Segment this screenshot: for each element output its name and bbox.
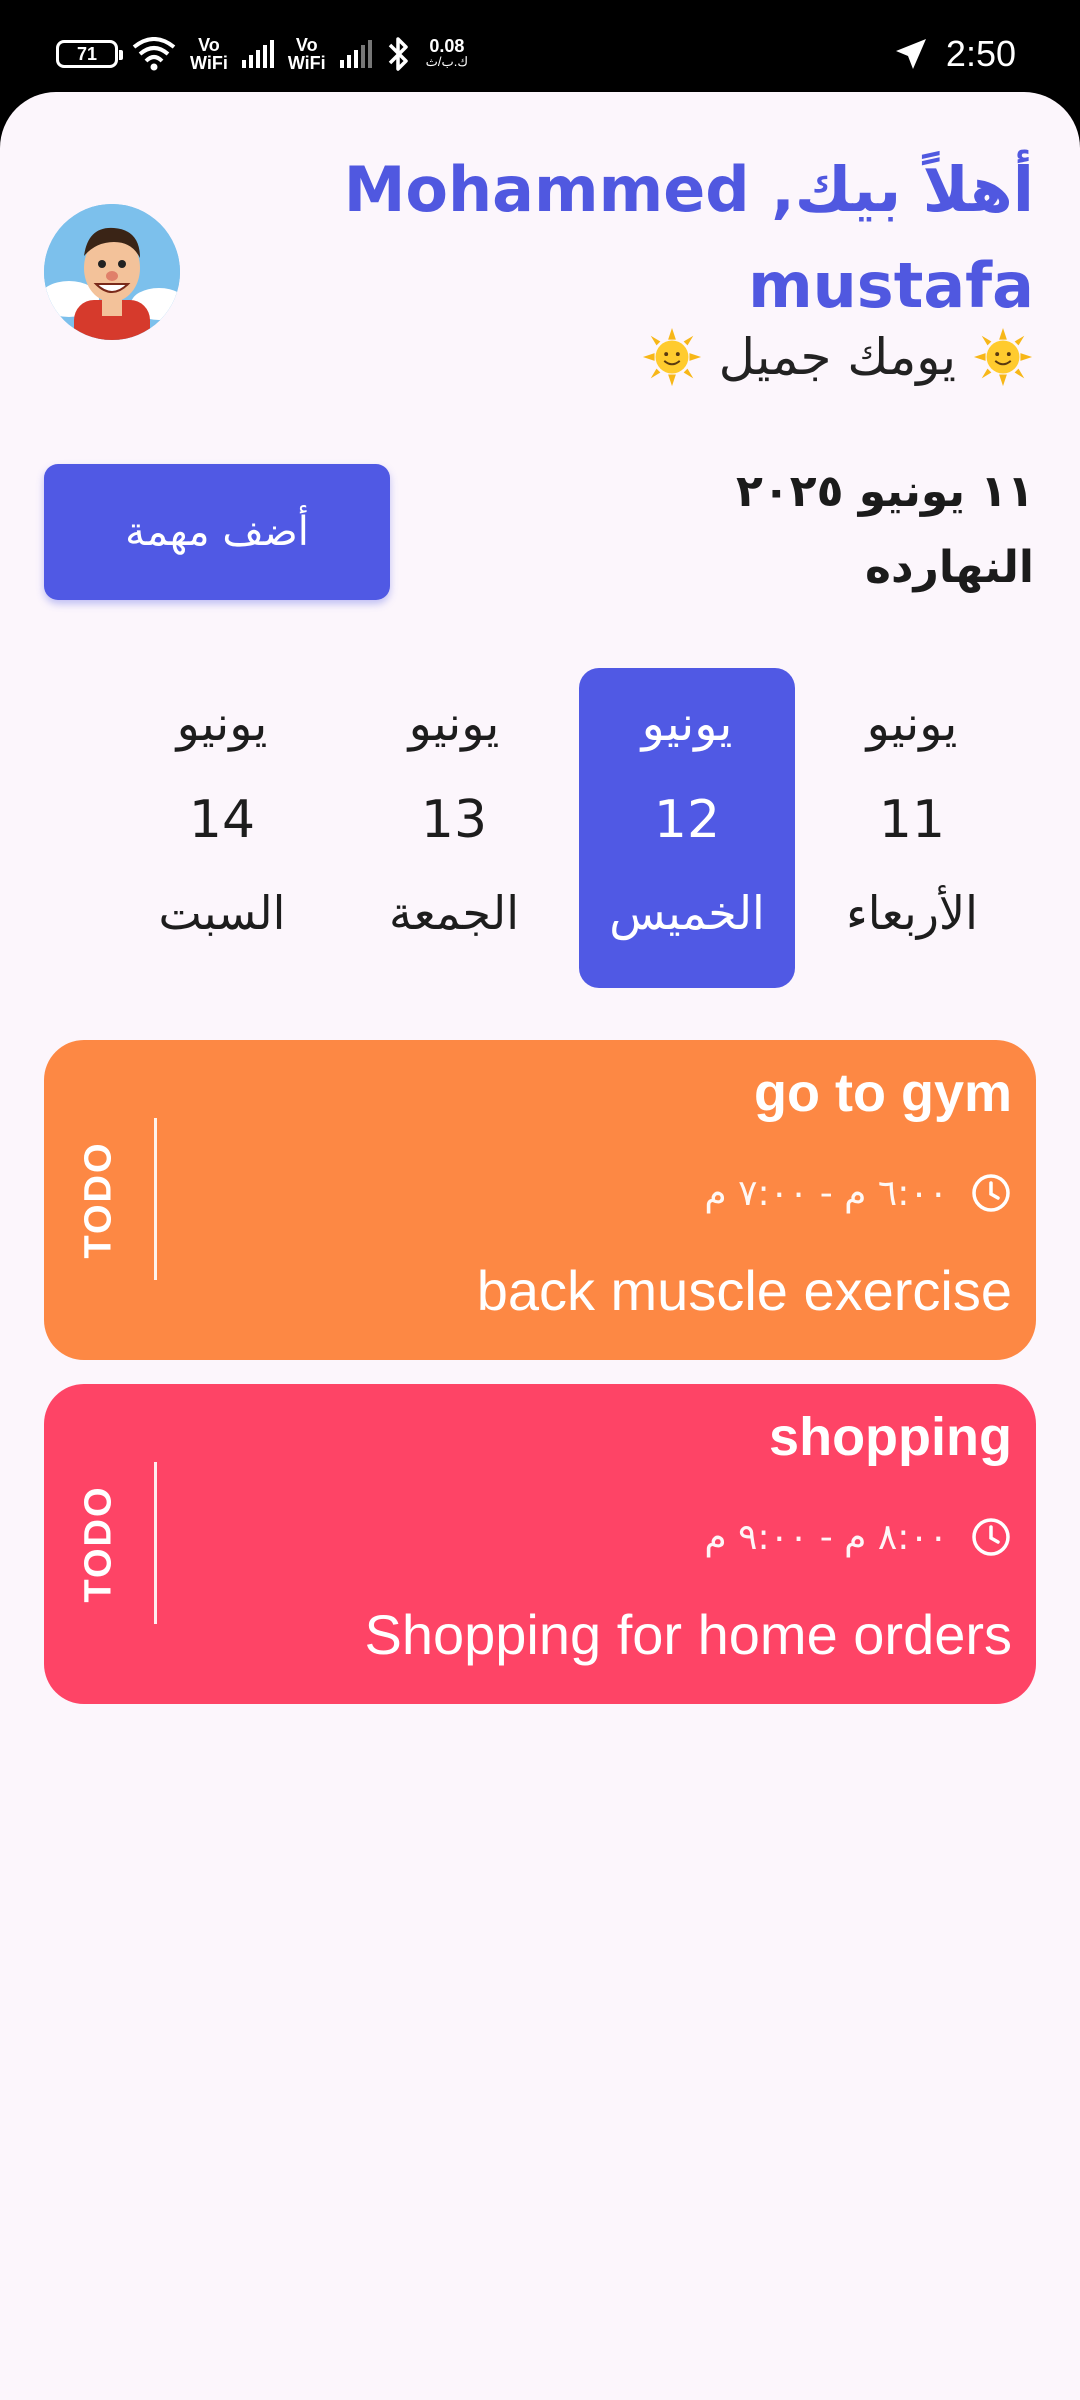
date-block: ١١ يونيو ٢٠٢٥ النهارده [736,454,1034,606]
cartoon-man-avatar-icon [44,204,180,340]
status-left: 71 Vo WiFi Vo WiFi 0.08 ك.ب/ث [56,30,468,78]
date-picker-strip: يونيو 11 الأربعاء يونيو 12 الخميس يونيو … [0,668,1080,998]
clock-icon [972,1174,1010,1212]
task-status: TODO [44,1384,154,1704]
day-number: 14 [188,790,256,850]
vo-wifi-label-2: Vo WiFi [287,35,326,73]
task-time: ٨:٠٠ م - ٩:٠٠ م [704,1516,1012,1558]
app-container: أهلاً بيك, Mohammed mustafa يومك جميل ١١… [0,92,1080,2400]
wifi-icon [132,37,176,71]
task-time-text: ٨:٠٠ م - ٩:٠٠ م [704,1516,948,1558]
current-date: ١١ يونيو ٢٠٢٥ [736,466,1034,517]
day-weekday: الخميس [609,886,765,940]
day-item-12[interactable]: يونيو 12 الخميس [579,668,795,988]
greeting-title: أهلاً بيك, Mohammed mustafa [343,153,1034,322]
network-speed: 0.08 ك.ب/ث [425,36,469,70]
task-divider [154,1118,157,1280]
day-month: يونيو [408,696,500,752]
battery-icon: 71 [56,40,123,68]
task-title: go to gym [754,1063,1012,1123]
avatar[interactable] [44,204,180,340]
speed-value: 0.08 [429,36,465,56]
task-time-text: ٦:٠٠ م - ٧:٠٠ م [704,1172,948,1214]
vo-wifi-label: Vo WiFi [190,35,228,73]
day-month: يونيو [866,696,958,752]
send-icon [895,39,926,69]
sun-emoji-icon-2 [642,327,701,387]
task-status: TODO [44,1040,154,1360]
day-weekday: السبت [158,886,286,940]
day-item-13[interactable]: يونيو 13 الجمعة [346,668,562,988]
clock: 2:50 [945,33,1016,74]
speed-unit: ك.ب/ث [425,54,469,69]
task-description: Shopping for home orders [364,1603,1013,1666]
clock-icon [972,1518,1010,1556]
task-card[interactable]: TODO go to gym ٦:٠٠ م - ٧:٠٠ م back musc… [44,1040,1036,1360]
day-item-11[interactable]: يونيو 11 الأربعاء [804,668,1020,988]
status-bar: 71 Vo WiFi Vo WiFi 0.08 ك.ب/ث 2:50 [0,0,1080,100]
task-card[interactable]: TODO shopping ٨:٠٠ م - ٩:٠٠ م Shopping f… [44,1384,1036,1704]
day-number: 13 [420,790,488,850]
day-item-14[interactable]: يونيو 14 السبت [114,668,330,988]
day-weekday: الجمعة [389,886,519,940]
bluetooth-icon [388,37,408,71]
day-number: 11 [878,790,946,850]
add-task-button[interactable]: أضف مهمة [44,464,390,600]
battery-level: 71 [76,43,98,64]
task-status-label: TODO [77,1141,120,1259]
status-right: 2:50 [892,28,1016,80]
signal-icon-2 [339,40,372,68]
day-month: يونيو [176,696,268,752]
task-description: back muscle exercise [476,1259,1012,1322]
task-title: shopping [769,1407,1012,1467]
day-weekday: الأربعاء [846,886,978,940]
day-number: 12 [653,790,721,850]
task-divider [154,1462,157,1624]
sun-emoji-icon [973,327,1033,387]
today-label: النهارده [864,542,1034,593]
task-status-label: TODO [77,1485,120,1603]
greeting-subtitle-text: يومك جميل [718,328,956,386]
greeting-subtitle: يومك جميل [641,326,1034,388]
day-month: يونيو [641,696,733,752]
signal-icon [241,40,274,68]
task-time: ٦:٠٠ م - ٧:٠٠ م [704,1172,1012,1214]
